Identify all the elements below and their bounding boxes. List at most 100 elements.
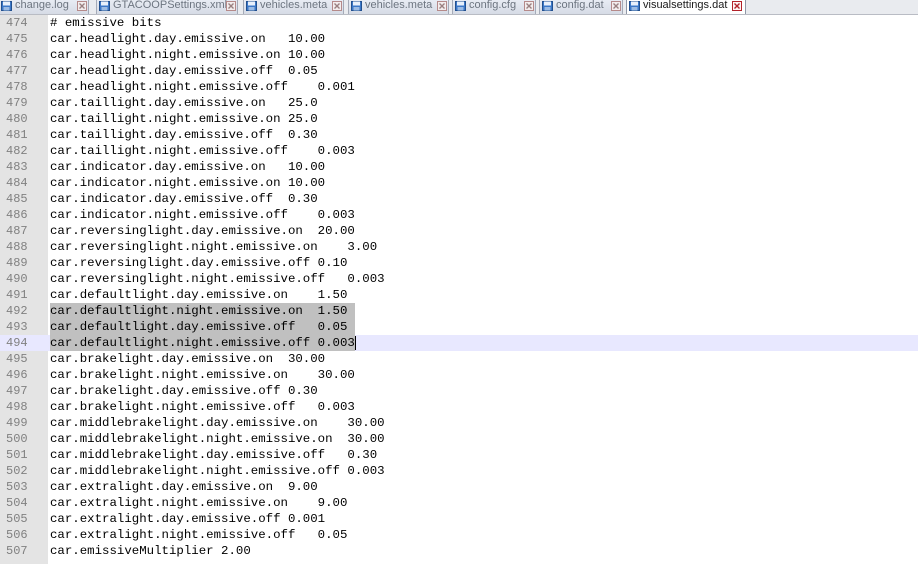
code-text[interactable]: car.headlight.night.emissive.off 0.001	[50, 79, 355, 95]
tab-label: visualsettings.dat	[643, 0, 728, 11]
tab-gtacoopsettings-xml[interactable]: GTACOOPSettings.xml	[96, 0, 238, 14]
code-text[interactable]: car.extralight.night.emissive.on 9.00	[50, 495, 347, 511]
code-line[interactable]: 507 car.emissiveMultiplier 2.00	[0, 543, 918, 559]
code-text[interactable]: car.taillight.day.emissive.off 0.30	[50, 127, 318, 143]
tab-config-dat[interactable]: config.dat	[539, 0, 623, 14]
selected-code-text[interactable]: car.defaultlight.night.emissive.off 0.00…	[50, 335, 355, 351]
close-icon[interactable]	[226, 1, 236, 11]
tab-change-log[interactable]: change.log	[0, 0, 89, 14]
close-icon[interactable]	[524, 1, 534, 11]
code-line[interactable]: 483 car.indicator.day.emissive.on 10.00	[0, 159, 918, 175]
line-number: 491	[6, 288, 28, 302]
code-line[interactable]: 480 car.taillight.night.emissive.on 25.0	[0, 111, 918, 127]
code-line[interactable]: 475 car.headlight.day.emissive.on 10.00	[0, 31, 918, 47]
code-line[interactable]: 485 car.indicator.day.emissive.off 0.30	[0, 191, 918, 207]
line-number: 502	[6, 464, 28, 478]
tab-label: change.log	[15, 0, 69, 11]
code-line[interactable]: 488 car.reversinglight.night.emissive.on …	[0, 239, 918, 255]
code-line[interactable]: 479 car.taillight.day.emissive.on 25.0	[0, 95, 918, 111]
code-line[interactable]: 491 car.defaultlight.day.emissive.on 1.50	[0, 287, 918, 303]
code-line[interactable]: 478 car.headlight.night.emissive.off 0.00…	[0, 79, 918, 95]
close-icon[interactable]	[611, 1, 621, 11]
selected-code-text[interactable]: car.defaultlight.night.emissive.on 1.50	[50, 303, 355, 319]
code-text[interactable]: # emissive bits	[50, 15, 162, 31]
tab-visualsettings-dat[interactable]: visualsettings.dat	[626, 0, 746, 14]
code-text[interactable]: car.reversinglight.night.emissive.on 3.0…	[50, 239, 377, 255]
code-line[interactable]: 490 car.reversinglight.night.emissive.off…	[0, 271, 918, 287]
close-icon[interactable]	[332, 1, 342, 11]
code-line[interactable]: 484 car.indicator.night.emissive.on 10.00	[0, 175, 918, 191]
code-line[interactable]: 477 car.headlight.day.emissive.off 0.05	[0, 63, 918, 79]
code-text[interactable]: car.reversinglight.day.emissive.off 0.10	[50, 255, 347, 271]
code-text[interactable]: car.indicator.night.emissive.off 0.003	[50, 207, 355, 223]
code-text[interactable]: car.brakelight.day.emissive.off 0.30	[50, 383, 318, 399]
save-icon	[629, 1, 640, 11]
line-number: 485	[6, 192, 28, 206]
line-number: 475	[6, 32, 28, 46]
code-text[interactable]: car.indicator.night.emissive.on 10.00	[50, 175, 325, 191]
close-icon[interactable]	[77, 1, 87, 11]
line-number: 492	[6, 304, 28, 318]
tab-vehicles-meta-1[interactable]: vehicles.meta	[243, 0, 344, 14]
close-icon[interactable]	[732, 1, 742, 11]
code-text[interactable]: car.taillight.night.emissive.on 25.0	[50, 111, 318, 127]
line-number: 498	[6, 400, 28, 414]
tab-config-cfg[interactable]: config.cfg	[452, 0, 536, 14]
code-text[interactable]: car.headlight.night.emissive.on 10.00	[50, 47, 325, 63]
code-text[interactable]: car.headlight.day.emissive.off 0.05	[50, 63, 318, 79]
code-text[interactable]: car.reversinglight.day.emissive.on 20.00	[50, 223, 355, 239]
code-line[interactable]: 496 car.brakelight.night.emissive.on 30.0…	[0, 367, 918, 383]
code-line[interactable]: 486 car.indicator.night.emissive.off 0.00…	[0, 207, 918, 223]
code-text[interactable]: car.reversinglight.night.emissive.off 0.…	[50, 271, 385, 287]
tab-vehicles-meta-2[interactable]: vehicles.meta	[348, 0, 449, 14]
code-text[interactable]: car.taillight.night.emissive.off 0.003	[50, 143, 355, 159]
code-line[interactable]: 502 car.middlebrakelight.night.emissive.o…	[0, 463, 918, 479]
line-number: 478	[6, 80, 28, 94]
code-line[interactable]: 482 car.taillight.night.emissive.off 0.00…	[0, 143, 918, 159]
line-number: 480	[6, 112, 28, 126]
code-line[interactable]: 499 car.middlebrakelight.day.emissive.on …	[0, 415, 918, 431]
code-text[interactable]: car.brakelight.night.emissive.on 30.00	[50, 367, 355, 383]
code-text[interactable]: car.extralight.night.emissive.off 0.05	[50, 527, 347, 543]
close-icon[interactable]	[437, 1, 447, 11]
selected-code-text[interactable]: car.defaultlight.day.emissive.off 0.05	[50, 319, 355, 335]
code-line[interactable]: 497 car.brakelight.day.emissive.off 0.30	[0, 383, 918, 399]
current-line[interactable]: 494 car.defaultlight.night.emissive.off 0…	[0, 335, 918, 351]
code-text[interactable]: car.headlight.day.emissive.on 10.00	[50, 31, 325, 47]
code-text[interactable]: car.extralight.day.emissive.off 0.001	[50, 511, 325, 527]
code-line[interactable]: 504 car.extralight.night.emissive.on 9.00	[0, 495, 918, 511]
code-line[interactable]: 492 car.defaultlight.night.emissive.on 1.…	[0, 303, 918, 319]
line-number: 481	[6, 128, 28, 142]
code-text[interactable]: car.middlebrakelight.night.emissive.on 3…	[50, 431, 385, 447]
line-number: 504	[6, 496, 28, 510]
line-number: 503	[6, 480, 28, 494]
code-line[interactable]: 489 car.reversinglight.day.emissive.off 0…	[0, 255, 918, 271]
code-line[interactable]: 500 car.middlebrakelight.night.emissive.o…	[0, 431, 918, 447]
code-line[interactable]: 506 car.extralight.night.emissive.off 0.0…	[0, 527, 918, 543]
code-line[interactable]: 474 # emissive bits	[0, 15, 918, 31]
editor[interactable]: 474 # emissive bits 475 car.headlight.day.e…	[0, 15, 918, 564]
code-line[interactable]: 505 car.extralight.day.emissive.off 0.001	[0, 511, 918, 527]
code-text[interactable]: car.indicator.day.emissive.on 10.00	[50, 159, 325, 175]
code-line[interactable]: 501 car.middlebrakelight.day.emissive.off…	[0, 447, 918, 463]
code-text[interactable]: car.extralight.day.emissive.on 9.00	[50, 479, 318, 495]
code-text[interactable]: car.indicator.day.emissive.off 0.30	[50, 191, 318, 207]
code-line[interactable]: 503 car.extralight.day.emissive.on 9.00	[0, 479, 918, 495]
code-line[interactable]: 476 car.headlight.night.emissive.on 10.00	[0, 47, 918, 63]
code-text[interactable]: car.middlebrakelight.day.emissive.off 0.…	[50, 447, 377, 463]
code-line[interactable]: 487 car.reversinglight.day.emissive.on 20…	[0, 223, 918, 239]
save-icon	[99, 1, 110, 11]
code-text[interactable]: car.brakelight.day.emissive.on 30.00	[50, 351, 325, 367]
code-text[interactable]: car.middlebrakelight.night.emissive.off …	[50, 463, 385, 479]
code-line[interactable]: 493 car.defaultlight.day.emissive.off 0.0…	[0, 319, 918, 335]
code-text[interactable]: car.brakelight.night.emissive.off 0.003	[50, 399, 355, 415]
code-text[interactable]: car.taillight.day.emissive.on 25.0	[50, 95, 318, 111]
line-number: 500	[6, 432, 28, 446]
code-line[interactable]: 495 car.brakelight.day.emissive.on 30.00	[0, 351, 918, 367]
code-text[interactable]: car.middlebrakelight.day.emissive.on 30.…	[50, 415, 385, 431]
code-text[interactable]: car.emissiveMultiplier 2.00	[50, 543, 251, 559]
code-line[interactable]: 498 car.brakelight.night.emissive.off 0.0…	[0, 399, 918, 415]
code-line[interactable]: 481 car.taillight.day.emissive.off 0.30	[0, 127, 918, 143]
code-text[interactable]: car.defaultlight.day.emissive.on 1.50	[50, 287, 347, 303]
line-number: 490	[6, 272, 28, 286]
